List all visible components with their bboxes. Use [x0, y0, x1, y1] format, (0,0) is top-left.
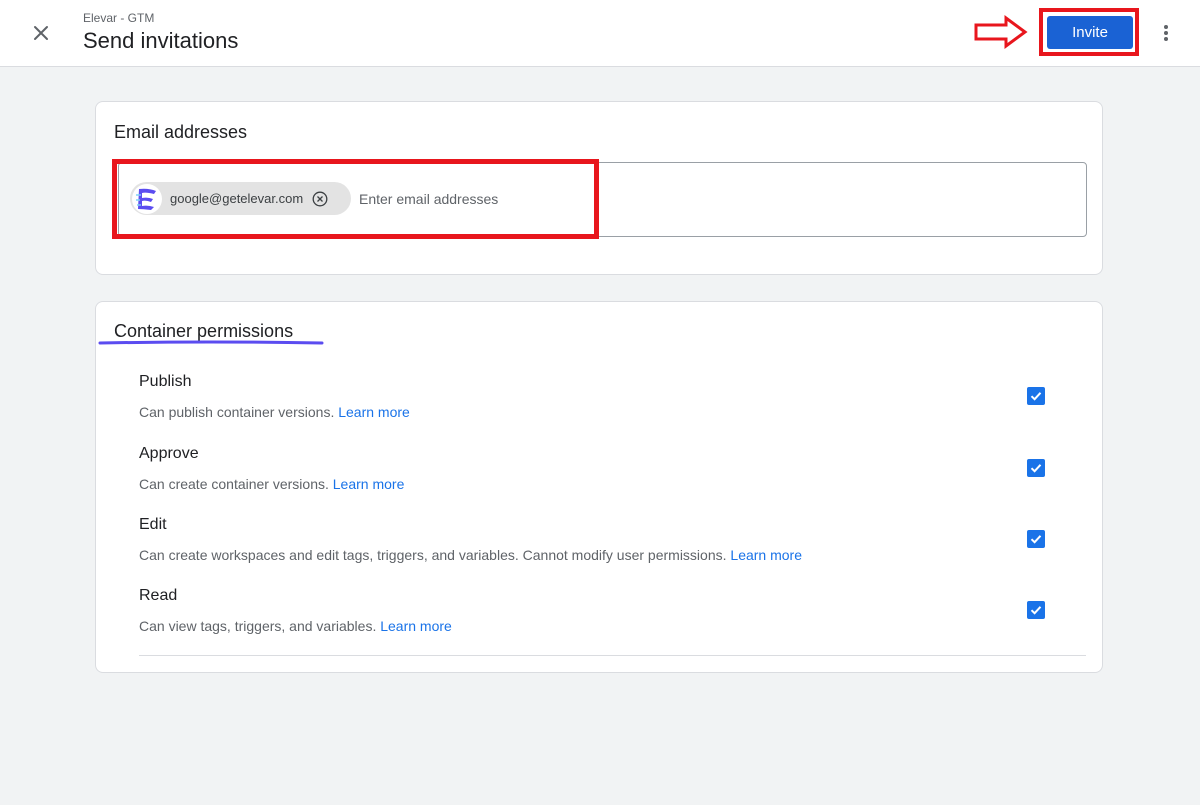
permission-description: Can publish container versions. Learn mo… — [139, 404, 410, 420]
container-name: Elevar - GTM — [83, 11, 155, 25]
permission-name: Publish — [139, 373, 192, 390]
permission-description: Can create container versions. Learn mor… — [139, 476, 405, 492]
approve-checkbox[interactable] — [1027, 459, 1045, 477]
permission-name: Edit — [139, 516, 167, 533]
arrow-annotation-icon — [974, 15, 1028, 49]
more-options-button[interactable] — [1156, 20, 1176, 46]
permission-row-read: Read Can view tags, triggers, and variab… — [139, 587, 1059, 649]
learn-more-link[interactable]: Learn more — [333, 476, 405, 492]
underline-annotation-icon — [98, 340, 324, 345]
cancel-circle-icon — [312, 191, 328, 206]
divider — [139, 655, 1086, 656]
invite-button[interactable]: Invite — [1047, 16, 1133, 49]
more-vert-icon — [1164, 25, 1168, 41]
check-icon — [1030, 535, 1042, 544]
top-bar: Elevar - GTM Send invitations Invite — [0, 0, 1200, 67]
email-input[interactable] — [359, 189, 579, 209]
page-title: Send invitations — [83, 28, 239, 53]
email-chip-label: google@getelevar.com — [170, 191, 304, 206]
elevar-logo-icon — [136, 188, 156, 210]
permission-row-approve: Approve Can create container versions. L… — [139, 445, 1059, 507]
close-button[interactable] — [28, 20, 54, 46]
email-addresses-card: Email addresses google@getelevar.com — [95, 101, 1103, 275]
learn-more-link[interactable]: Learn more — [730, 547, 802, 563]
container-permissions-card: Container permissions Publish Can publis… — [95, 301, 1103, 673]
permission-name: Read — [139, 587, 178, 604]
permission-row-edit: Edit Can create workspaces and edit tags… — [139, 516, 1059, 578]
check-icon — [1030, 606, 1042, 615]
learn-more-link[interactable]: Learn more — [338, 404, 410, 420]
close-icon — [34, 26, 48, 40]
check-icon — [1030, 392, 1042, 401]
permission-row-publish: Publish Can publish container versions. … — [139, 373, 1059, 435]
read-checkbox[interactable] — [1027, 601, 1045, 619]
email-card-title: Email addresses — [114, 122, 248, 142]
email-chip[interactable]: google@getelevar.com — [130, 182, 351, 215]
learn-more-link[interactable]: Learn more — [380, 618, 452, 634]
check-icon — [1030, 464, 1042, 473]
permission-description: Can create workspaces and edit tags, tri… — [139, 547, 802, 563]
permission-description: Can view tags, triggers, and variables. … — [139, 618, 452, 634]
permission-name: Approve — [139, 445, 199, 462]
chip-remove-button[interactable] — [311, 190, 329, 208]
edit-checkbox[interactable] — [1027, 530, 1045, 548]
avatar — [132, 183, 162, 214]
publish-checkbox[interactable] — [1027, 387, 1045, 405]
